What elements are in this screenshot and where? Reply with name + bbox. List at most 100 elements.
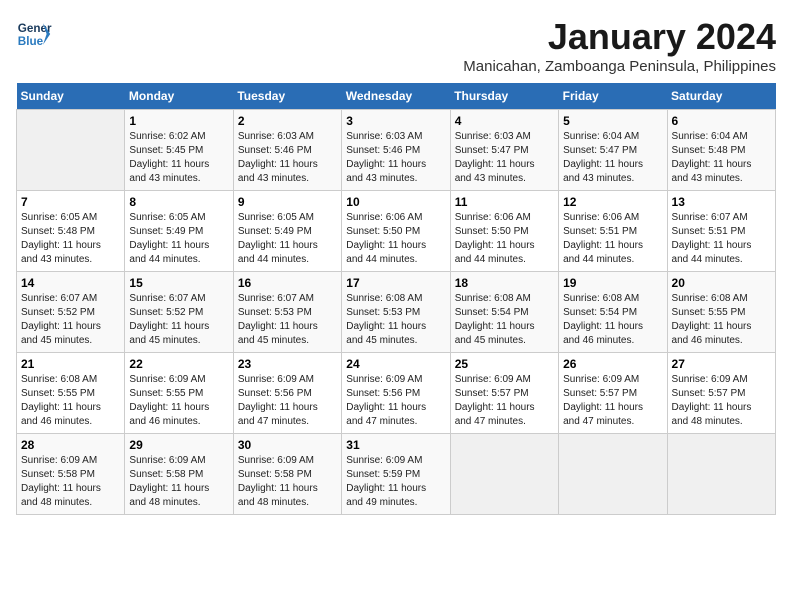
day-number: 4 <box>455 114 554 128</box>
day-number: 25 <box>455 357 554 371</box>
day-number: 23 <box>238 357 337 371</box>
day-info: Sunrise: 6:09 AMSunset: 5:59 PMDaylight:… <box>346 454 445 510</box>
col-header-monday: Monday <box>125 83 233 110</box>
day-number: 19 <box>563 276 662 290</box>
week-row-4: 21 Sunrise: 6:08 AMSunset: 5:55 PMDayligh… <box>17 353 776 434</box>
day-info: Sunrise: 6:09 AMSunset: 5:56 PMDaylight:… <box>238 373 337 429</box>
day-info: Sunrise: 6:09 AMSunset: 5:58 PMDaylight:… <box>129 454 228 510</box>
calendar-cell: 17 Sunrise: 6:08 AMSunset: 5:53 PMDayligh… <box>342 272 450 353</box>
calendar-cell: 21 Sunrise: 6:08 AMSunset: 5:55 PMDayligh… <box>17 353 125 434</box>
day-info: Sunrise: 6:08 AMSunset: 5:55 PMDaylight:… <box>672 292 771 348</box>
day-number: 18 <box>455 276 554 290</box>
day-info: Sunrise: 6:08 AMSunset: 5:53 PMDaylight:… <box>346 292 445 348</box>
day-number: 3 <box>346 114 445 128</box>
day-info: Sunrise: 6:06 AMSunset: 5:50 PMDaylight:… <box>455 211 554 267</box>
calendar-cell: 23 Sunrise: 6:09 AMSunset: 5:56 PMDayligh… <box>233 353 341 434</box>
day-info: Sunrise: 6:09 AMSunset: 5:58 PMDaylight:… <box>21 454 120 510</box>
day-number: 13 <box>672 195 771 209</box>
calendar-cell: 16 Sunrise: 6:07 AMSunset: 5:53 PMDayligh… <box>233 272 341 353</box>
day-info: Sunrise: 6:08 AMSunset: 5:54 PMDaylight:… <box>455 292 554 348</box>
calendar-cell: 24Sunrise: 6:09 AMSunset: 5:56 PMDayligh… <box>342 353 450 434</box>
day-number: 20 <box>672 276 771 290</box>
day-number: 9 <box>238 195 337 209</box>
calendar-cell <box>17 110 125 191</box>
calendar-cell: 8 Sunrise: 6:05 AMSunset: 5:49 PMDaylight… <box>125 191 233 272</box>
day-info: Sunrise: 6:03 AMSunset: 5:46 PMDaylight:… <box>346 130 445 186</box>
calendar-cell: 3 Sunrise: 6:03 AMSunset: 5:46 PMDaylight… <box>342 110 450 191</box>
calendar-cell: 9 Sunrise: 6:05 AMSunset: 5:49 PMDaylight… <box>233 191 341 272</box>
calendar-cell: 7 Sunrise: 6:05 AMSunset: 5:48 PMDaylight… <box>17 191 125 272</box>
col-header-thursday: Thursday <box>450 83 558 110</box>
day-info: Sunrise: 6:05 AMSunset: 5:49 PMDaylight:… <box>129 211 228 267</box>
day-info: Sunrise: 6:04 AMSunset: 5:47 PMDaylight:… <box>563 130 662 186</box>
day-number: 5 <box>563 114 662 128</box>
day-number: 30 <box>238 438 337 452</box>
col-header-sunday: Sunday <box>17 83 125 110</box>
calendar-cell: 1Sunrise: 6:02 AMSunset: 5:45 PMDaylight… <box>125 110 233 191</box>
calendar-cell: 18 Sunrise: 6:08 AMSunset: 5:54 PMDayligh… <box>450 272 558 353</box>
day-number: 17 <box>346 276 445 290</box>
day-info: Sunrise: 6:09 AMSunset: 5:57 PMDaylight:… <box>672 373 771 429</box>
day-info: Sunrise: 6:09 AMSunset: 5:57 PMDaylight:… <box>563 373 662 429</box>
day-number: 15 <box>129 276 228 290</box>
subtitle: Manicahan, Zamboanga Peninsula, Philippi… <box>463 58 776 75</box>
calendar-cell: 25Sunrise: 6:09 AMSunset: 5:57 PMDayligh… <box>450 353 558 434</box>
calendar-cell <box>559 434 667 515</box>
day-number: 22 <box>129 357 228 371</box>
calendar-cell: 29Sunrise: 6:09 AMSunset: 5:58 PMDayligh… <box>125 434 233 515</box>
col-header-friday: Friday <box>559 83 667 110</box>
day-info: Sunrise: 6:07 AMSunset: 5:51 PMDaylight:… <box>672 211 771 267</box>
page-header: General Blue January 2024 Manicahan, Zam… <box>16 16 776 75</box>
week-row-3: 14 Sunrise: 6:07 AMSunset: 5:52 PMDayligh… <box>17 272 776 353</box>
col-header-saturday: Saturday <box>667 83 775 110</box>
logo: General Blue <box>16 16 52 52</box>
calendar-cell: 2 Sunrise: 6:03 AMSunset: 5:46 PMDaylight… <box>233 110 341 191</box>
title-area: January 2024 Manicahan, Zamboanga Penins… <box>463 16 776 75</box>
calendar-cell: 26Sunrise: 6:09 AMSunset: 5:57 PMDayligh… <box>559 353 667 434</box>
day-info: Sunrise: 6:03 AMSunset: 5:47 PMDaylight:… <box>455 130 554 186</box>
day-number: 10 <box>346 195 445 209</box>
day-number: 2 <box>238 114 337 128</box>
day-info: Sunrise: 6:05 AMSunset: 5:49 PMDaylight:… <box>238 211 337 267</box>
day-number: 7 <box>21 195 120 209</box>
day-info: Sunrise: 6:04 AMSunset: 5:48 PMDaylight:… <box>672 130 771 186</box>
calendar-cell: 12Sunrise: 6:06 AMSunset: 5:51 PMDayligh… <box>559 191 667 272</box>
day-info: Sunrise: 6:08 AMSunset: 5:55 PMDaylight:… <box>21 373 120 429</box>
day-number: 11 <box>455 195 554 209</box>
calendar-cell: 31 Sunrise: 6:09 AMSunset: 5:59 PMDayligh… <box>342 434 450 515</box>
week-row-2: 7 Sunrise: 6:05 AMSunset: 5:48 PMDaylight… <box>17 191 776 272</box>
day-number: 24 <box>346 357 445 371</box>
day-info: Sunrise: 6:09 AMSunset: 5:58 PMDaylight:… <box>238 454 337 510</box>
col-header-tuesday: Tuesday <box>233 83 341 110</box>
calendar-cell <box>667 434 775 515</box>
calendar-cell: 14 Sunrise: 6:07 AMSunset: 5:52 PMDayligh… <box>17 272 125 353</box>
day-info: Sunrise: 6:07 AMSunset: 5:52 PMDaylight:… <box>21 292 120 348</box>
calendar-cell: 15Sunrise: 6:07 AMSunset: 5:52 PMDayligh… <box>125 272 233 353</box>
svg-text:Blue: Blue <box>18 35 44 48</box>
day-number: 16 <box>238 276 337 290</box>
calendar-cell: 19 Sunrise: 6:08 AMSunset: 5:54 PMDayligh… <box>559 272 667 353</box>
day-number: 21 <box>21 357 120 371</box>
day-number: 14 <box>21 276 120 290</box>
day-info: Sunrise: 6:07 AMSunset: 5:53 PMDaylight:… <box>238 292 337 348</box>
calendar-cell <box>450 434 558 515</box>
calendar-cell: 30 Sunrise: 6:09 AMSunset: 5:58 PMDayligh… <box>233 434 341 515</box>
calendar-cell: 6Sunrise: 6:04 AMSunset: 5:48 PMDaylight… <box>667 110 775 191</box>
day-info: Sunrise: 6:05 AMSunset: 5:48 PMDaylight:… <box>21 211 120 267</box>
day-info: Sunrise: 6:06 AMSunset: 5:51 PMDaylight:… <box>563 211 662 267</box>
calendar-cell: 27Sunrise: 6:09 AMSunset: 5:57 PMDayligh… <box>667 353 775 434</box>
week-row-1: 1Sunrise: 6:02 AMSunset: 5:45 PMDaylight… <box>17 110 776 191</box>
day-number: 31 <box>346 438 445 452</box>
day-number: 8 <box>129 195 228 209</box>
calendar-cell: 22Sunrise: 6:09 AMSunset: 5:55 PMDayligh… <box>125 353 233 434</box>
col-header-wednesday: Wednesday <box>342 83 450 110</box>
calendar-cell: 10 Sunrise: 6:06 AMSunset: 5:50 PMDayligh… <box>342 191 450 272</box>
calendar-cell: 4 Sunrise: 6:03 AMSunset: 5:47 PMDaylight… <box>450 110 558 191</box>
logo-icon: General Blue <box>16 16 52 52</box>
day-info: Sunrise: 6:06 AMSunset: 5:50 PMDaylight:… <box>346 211 445 267</box>
day-info: Sunrise: 6:03 AMSunset: 5:46 PMDaylight:… <box>238 130 337 186</box>
week-row-5: 28Sunrise: 6:09 AMSunset: 5:58 PMDayligh… <box>17 434 776 515</box>
day-info: Sunrise: 6:08 AMSunset: 5:54 PMDaylight:… <box>563 292 662 348</box>
day-number: 1 <box>129 114 228 128</box>
calendar-cell: 20 Sunrise: 6:08 AMSunset: 5:55 PMDayligh… <box>667 272 775 353</box>
